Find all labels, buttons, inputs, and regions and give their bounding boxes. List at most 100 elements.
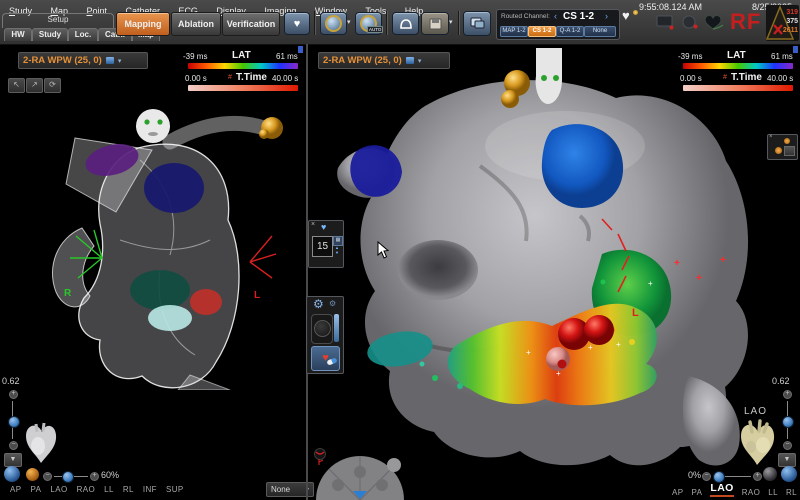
left-axis-marker <box>250 236 276 278</box>
view-inf[interactable]: INF <box>143 485 157 494</box>
mapping-button[interactable]: Mapping <box>116 12 170 36</box>
view-rl[interactable]: RL <box>123 485 134 494</box>
channel-next-icon[interactable]: › <box>605 11 608 21</box>
gauge-ic-button[interactable] <box>320 12 347 35</box>
gauge-dropdown-icon[interactable]: ▾ <box>347 18 351 26</box>
left-fill-plus-button[interactable]: + <box>90 472 99 481</box>
point-filter-panel[interactable]: × ♥ 15 ▦ ▲ ▼ <box>308 220 344 268</box>
save-map-button[interactable] <box>421 12 449 35</box>
view-rao[interactable]: RAO <box>77 485 96 494</box>
dial-icon[interactable] <box>376 479 388 491</box>
catheter-control-panel[interactable]: ⚙ ⚙ ♥ <box>306 296 344 374</box>
left-rotate-sphere-button[interactable] <box>4 466 20 482</box>
display-layout-button[interactable] <box>463 11 491 36</box>
dial-icon[interactable] <box>332 479 344 491</box>
left-map-tab[interactable]: 2-RA WPW (25, 0) ▾ <box>18 52 148 69</box>
view-fan-dial[interactable] <box>312 455 408 500</box>
right-fill-plus-button[interactable]: + <box>753 472 762 481</box>
view-pa[interactable]: PA <box>691 488 702 497</box>
mini-vertical-slider[interactable] <box>334 314 339 342</box>
left-collapse-button[interactable]: ▼ <box>4 453 22 467</box>
channel-prev-icon[interactable]: ‹ <box>554 11 557 21</box>
lat-colorbar[interactable] <box>188 63 298 69</box>
right-rotate-sphere-button[interactable] <box>781 466 797 482</box>
verification-button[interactable]: Verification <box>222 12 280 36</box>
tab-loc[interactable]: Loc. <box>68 28 98 41</box>
right-reference-heart[interactable] <box>736 418 780 468</box>
dome-icon <box>399 18 413 30</box>
ablation-button[interactable]: Ablation <box>171 12 221 36</box>
ablation-display-button[interactable]: ♥ <box>311 346 340 371</box>
view-pa[interactable]: PA <box>30 485 41 494</box>
left-viewport[interactable]: 2-RA WPW (25, 0) ▾ ↖ ↗ ⟳ -39 ms LAT 61 m… <box>0 44 306 500</box>
left-zoom-out-button[interactable]: − <box>9 441 18 450</box>
view-sup[interactable]: SUP <box>166 485 184 494</box>
close-icon[interactable]: × <box>769 134 773 140</box>
left-3d-map[interactable]: R L <box>20 90 300 390</box>
left-fill-minus-button[interactable]: − <box>43 472 52 481</box>
warning-count-3: 2611 <box>783 26 798 35</box>
orange-point-icon <box>784 138 790 144</box>
lat-min: -39 ms <box>183 52 207 61</box>
view-rao[interactable]: RAO <box>742 488 761 497</box>
remote-monitor-icon[interactable] <box>656 15 674 30</box>
view-rl[interactable]: RL <box>786 488 797 497</box>
warning-widget[interactable]: 319 375 2611 <box>766 5 799 41</box>
left-fill-handle[interactable] <box>62 471 74 483</box>
patient-heart-icon[interactable]: ♥ <box>622 8 630 23</box>
channel-cs12-button[interactable]: CS 1-2 <box>528 26 556 37</box>
heart-connect-icon[interactable] <box>704 13 724 31</box>
view-ll[interactable]: LL <box>104 485 114 494</box>
view-ll[interactable]: LL <box>768 488 778 497</box>
gauge-auto-button[interactable]: AUTO <box>355 12 382 35</box>
knob-button[interactable] <box>314 320 331 337</box>
routed-channel-label: Routed Channel: <box>501 13 550 20</box>
ttime-label: T.Time <box>236 72 267 83</box>
dial-extra-button[interactable] <box>387 458 401 472</box>
left-orientation-bar: AP PA LAO RAO LL RL INF SUP <box>10 485 184 494</box>
close-icon[interactable]: × <box>311 221 315 228</box>
axis-label-r: R <box>64 288 72 299</box>
left-reference-heart[interactable] <box>22 420 60 466</box>
axis-label-l: L <box>254 290 260 301</box>
dome-button[interactable] <box>392 12 419 35</box>
left-zoom-in-button[interactable]: + <box>9 390 18 399</box>
left-fill-sphere-button[interactable] <box>26 468 39 481</box>
view-ap[interactable]: AP <box>10 485 21 494</box>
tab-study[interactable]: Study <box>32 28 68 41</box>
channel-none-button[interactable]: None <box>584 26 616 37</box>
patch-teal <box>130 270 190 310</box>
point-dot <box>420 362 425 367</box>
panel-corner-marker <box>298 46 303 53</box>
map-tab-dropdown-icon[interactable]: ▾ <box>118 57 122 65</box>
save-dropdown-icon[interactable]: ▾ <box>449 18 453 26</box>
right-zoom-in-button[interactable]: + <box>783 390 792 399</box>
view-lao[interactable]: LAO <box>50 485 67 494</box>
tab-hw[interactable]: HW <box>4 28 32 41</box>
right-3d-map[interactable]: L +++ +++++ <box>330 46 770 476</box>
channel-qa12-button[interactable]: Q-A 1-2 <box>556 26 584 37</box>
right-zoom-out-button[interactable]: − <box>783 441 792 450</box>
dial-icon[interactable] <box>354 466 366 478</box>
view-ap[interactable]: AP <box>672 488 683 497</box>
patch-red <box>190 289 222 315</box>
gear-small-icon[interactable]: ⚙ <box>329 299 336 308</box>
viewport-divider[interactable] <box>306 44 308 500</box>
point-dot <box>432 375 438 381</box>
left-zoom-handle[interactable] <box>8 416 20 428</box>
view-lao-active[interactable]: LAO <box>710 482 733 497</box>
spin-down-button[interactable]: ▼ <box>333 251 341 255</box>
gear-icon[interactable]: ⚙ <box>313 297 324 311</box>
right-collapse-button[interactable]: ▼ <box>778 453 796 467</box>
channel-map12-button[interactable]: MAP 1-2 <box>500 26 528 37</box>
spin-value-box[interactable]: 15 <box>312 236 333 257</box>
edge-mini-panel[interactable]: × <box>767 134 798 160</box>
right-fill-minus-button[interactable]: − <box>702 472 711 481</box>
right-zoom-handle[interactable] <box>782 416 794 428</box>
right-fill-sphere-button[interactable] <box>763 467 777 481</box>
setup-group: Setup <box>2 13 114 28</box>
right-viewport[interactable]: 2-RA WPW (25, 0) ▾ -39 ms LAT 61 ms 0.00… <box>306 44 800 500</box>
mouse-device-icon[interactable] <box>682 15 698 29</box>
toolbar-separator <box>314 11 315 35</box>
map-heart-button[interactable]: ♥ <box>284 12 310 35</box>
